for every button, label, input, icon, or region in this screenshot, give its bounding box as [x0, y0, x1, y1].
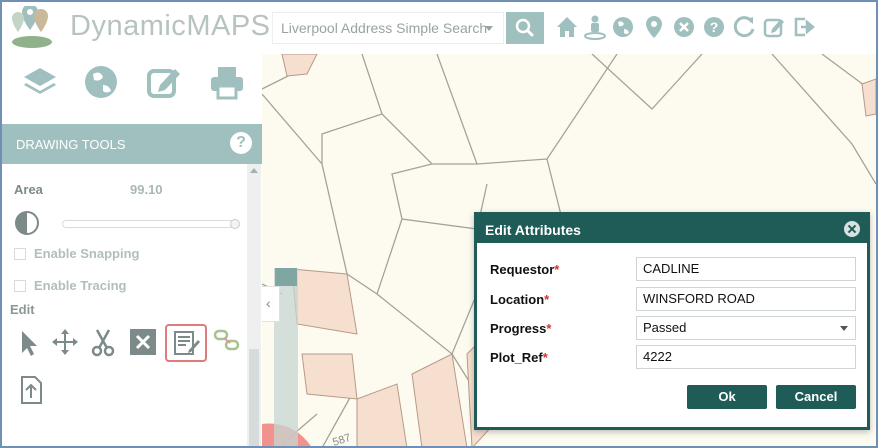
move-icon[interactable] [50, 326, 80, 358]
plot-ref-field[interactable]: 4222 [636, 345, 856, 369]
opacity-slider[interactable] [62, 220, 238, 228]
edit-attributes-icon[interactable] [165, 324, 207, 362]
chevron-down-icon [840, 326, 848, 331]
left-panel: DRAWING TOOLS ? Area 99.10 Enable Snappi… [2, 54, 262, 446]
collapse-panel-button[interactable]: ‹ [262, 286, 280, 322]
search-type-value: Liverpool Address Simple Search [281, 20, 488, 36]
enable-tracing-checkbox[interactable] [14, 280, 26, 292]
requestor-field[interactable]: CADLINE [636, 257, 856, 281]
map-marker-icon[interactable] [642, 14, 666, 40]
app-header: DynamicMAPS Liverpool Address Simple Sea… [2, 2, 876, 54]
edit-icon[interactable] [144, 62, 184, 102]
dialog-header: Edit Attributes [477, 215, 867, 243]
ok-button[interactable]: Ok [687, 385, 767, 409]
area-value: 99.10 [130, 182, 163, 197]
edit-icon[interactable] [762, 14, 786, 40]
help-icon[interactable]: ? [230, 132, 252, 154]
collapse-header-icon[interactable]: ‹ [830, 5, 844, 20]
plot-ref-label: Plot_Ref* [490, 350, 548, 365]
scrollbar-thumb[interactable] [249, 349, 259, 446]
print-icon[interactable] [207, 62, 247, 102]
globe-icon[interactable] [611, 14, 635, 40]
area-label: Area [14, 182, 43, 197]
search-button[interactable] [506, 12, 544, 44]
opacity-slider-handle[interactable] [230, 219, 240, 229]
enable-snapping-checkbox[interactable] [14, 248, 26, 260]
requestor-label: Requestor* [490, 262, 560, 277]
svg-text:587: 587 [331, 432, 352, 448]
location-field[interactable]: WINSFORD ROAD [636, 287, 856, 311]
help-icon[interactable]: ? [702, 14, 726, 40]
chevron-down-icon [485, 26, 493, 31]
link-icon[interactable] [212, 326, 242, 358]
close-circle-icon[interactable] [672, 14, 696, 40]
edit-label: Edit [10, 302, 35, 317]
brand-title: DynamicMAPS [70, 10, 271, 42]
search-icon [515, 18, 534, 37]
dialog-title: Edit Attributes [485, 222, 581, 238]
logo-icon [12, 6, 52, 48]
enable-snapping-label: Enable Snapping [34, 246, 140, 261]
app-frame: DynamicMAPS Liverpool Address Simple Sea… [0, 0, 878, 448]
panel-scrollbar[interactable] [247, 164, 261, 446]
layers-icon[interactable] [20, 62, 60, 102]
drawing-tools-body: Area 99.10 Enable Snapping Enable Tracin… [2, 164, 262, 446]
enable-tracing-label: Enable Tracing [34, 278, 127, 293]
search-type-select[interactable]: Liverpool Address Simple Search [272, 12, 504, 44]
street-view-icon[interactable] [583, 14, 607, 40]
delete-icon[interactable] [128, 326, 158, 358]
home-icon[interactable] [555, 14, 579, 40]
chevron-left-icon: ‹ [266, 295, 271, 311]
location-label: Location* [490, 292, 550, 307]
refresh-icon[interactable] [732, 14, 756, 40]
close-icon[interactable] [844, 221, 860, 237]
cut-icon[interactable] [88, 326, 118, 358]
edit-attributes-dialog: Edit Attributes Requestor* CADLINE Locat… [474, 212, 870, 430]
clipped-row [14, 158, 164, 168]
drawing-tools-title: DRAWING TOOLS [16, 137, 126, 152]
select-arrow-icon[interactable] [14, 326, 44, 358]
globe-icon[interactable] [81, 62, 121, 102]
cancel-button[interactable]: Cancel [776, 385, 856, 409]
upload-file-icon[interactable] [16, 374, 46, 406]
progress-select[interactable]: Passed [636, 316, 856, 340]
logout-icon[interactable] [792, 14, 816, 40]
scroll-up-icon[interactable] [250, 168, 258, 173]
progress-label: Progress* [490, 321, 552, 336]
opacity-icon [15, 211, 39, 235]
zoom-slider-handle[interactable] [275, 268, 297, 286]
svg-text:?: ? [710, 19, 719, 35]
